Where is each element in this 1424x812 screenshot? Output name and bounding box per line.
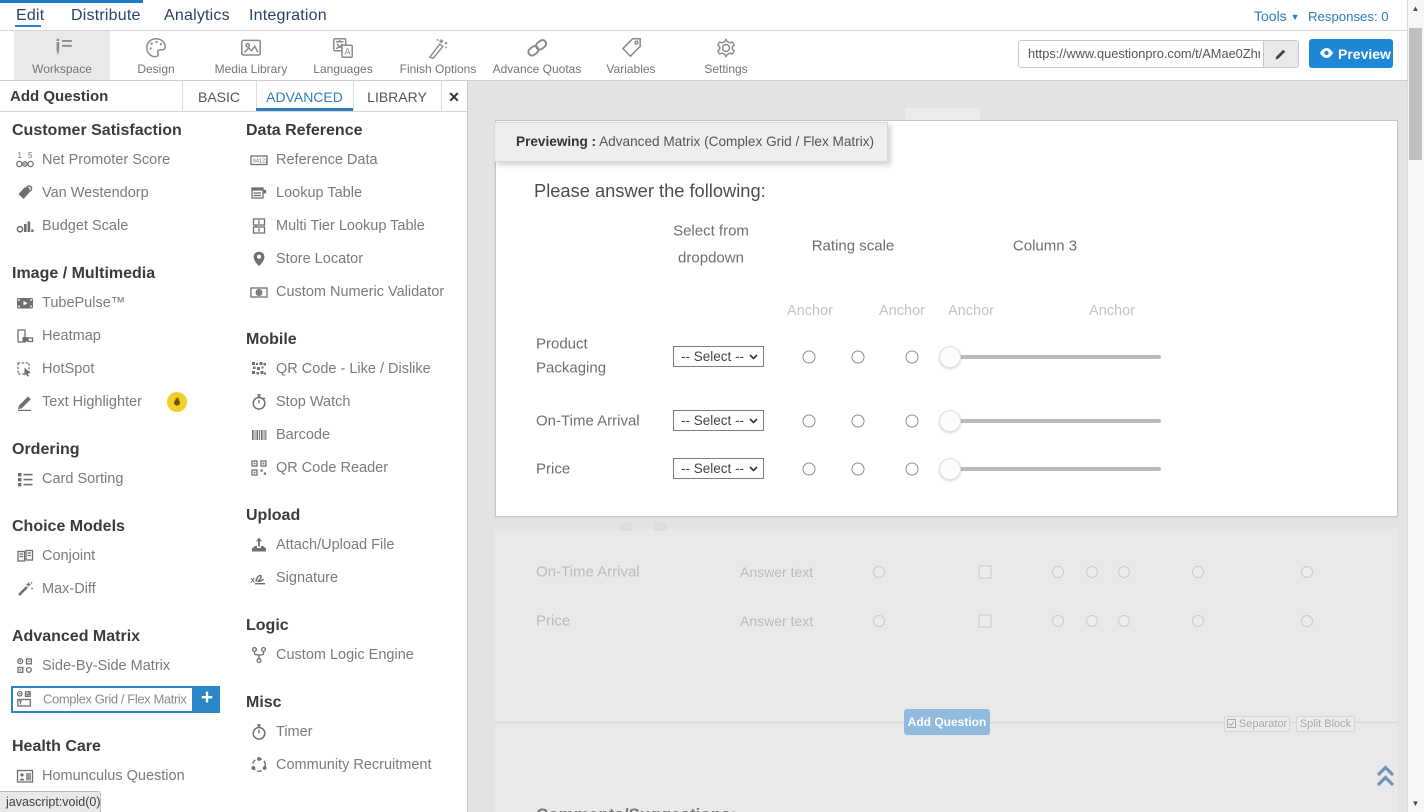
svg-text:1: 1: [18, 151, 23, 160]
svg-text:A: A: [344, 46, 351, 56]
svg-text:x: x: [251, 576, 256, 585]
svg-text:5: 5: [28, 151, 33, 160]
svg-text:94122: 94122: [253, 159, 268, 165]
